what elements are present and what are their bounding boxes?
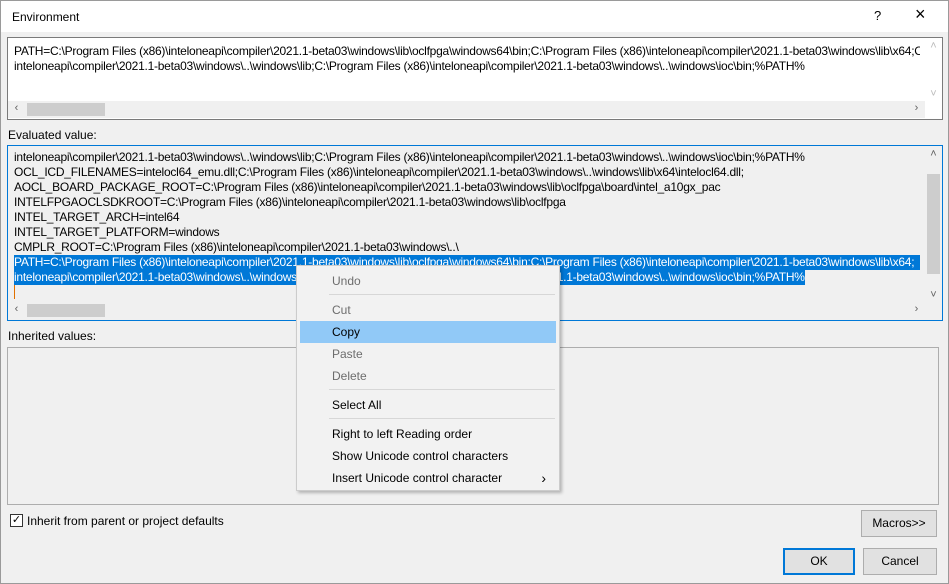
vertical-scrollbar[interactable]: ˄ ˅: [925, 146, 942, 303]
inherit-checkbox-label[interactable]: Inherit from parent or project defaults: [27, 514, 224, 528]
cancel-button[interactable]: Cancel: [863, 548, 937, 575]
value-edit-box[interactable]: PATH=C:\Program Files (x86)\inteloneapi\…: [7, 37, 943, 120]
menu-separator: [329, 389, 555, 390]
evaluated-line: INTEL_TARGET_ARCH=intel64: [14, 210, 180, 224]
menu-item-label: Insert Unicode control character: [332, 471, 503, 485]
scroll-up-icon[interactable]: ˄: [925, 148, 942, 160]
edit-line: PATH=C:\Program Files (x86)\inteloneapi\…: [14, 44, 920, 58]
scroll-thumb[interactable]: [27, 304, 105, 317]
menu-item-cut[interactable]: Cut: [300, 299, 556, 321]
scroll-thumb[interactable]: [27, 103, 105, 116]
scroll-down-icon[interactable]: ˅: [925, 88, 942, 100]
menu-item-undo[interactable]: Undo: [300, 270, 556, 292]
inherited-values-label: Inherited values:: [8, 329, 97, 343]
evaluated-line: OCL_ICD_FILENAMES=intelocl64_emu.dll;C:\…: [14, 165, 744, 179]
ok-button[interactable]: OK: [783, 548, 855, 575]
edit-line: inteloneapi\compiler\2021.1-beta03\windo…: [14, 59, 805, 73]
menu-item-select-all[interactable]: Select All: [300, 394, 556, 416]
menu-item-insert-unicode[interactable]: Insert Unicode control character ›: [300, 467, 556, 489]
scroll-left-icon[interactable]: ‹: [8, 303, 25, 315]
inherit-checkbox[interactable]: ✓: [10, 514, 23, 527]
text-cursor: [14, 285, 15, 299]
context-menu: Undo Cut Copy Paste Delete Select All Ri…: [296, 265, 560, 491]
scroll-up-icon[interactable]: ˄: [925, 40, 942, 52]
scroll-down-icon[interactable]: ˅: [925, 289, 942, 301]
scroll-right-icon[interactable]: ›: [908, 102, 925, 114]
title-bar: Environment ? ×: [1, 1, 948, 32]
evaluated-line: inteloneapi\compiler\2021.1-beta03\windo…: [14, 150, 805, 164]
evaluated-line: CMPLR_ROOT=C:\Program Files (x86)\intelo…: [14, 240, 459, 254]
scroll-left-icon[interactable]: ‹: [8, 102, 25, 114]
menu-item-paste[interactable]: Paste: [300, 343, 556, 365]
vertical-scrollbar[interactable]: ˄ ˅: [925, 38, 942, 102]
menu-item-delete[interactable]: Delete: [300, 365, 556, 387]
menu-item-copy[interactable]: Copy: [300, 321, 556, 343]
horizontal-scrollbar[interactable]: ‹ ›: [8, 101, 925, 118]
evaluated-line: INTEL_TARGET_PLATFORM=windows: [14, 225, 220, 239]
scroll-right-icon[interactable]: ›: [908, 303, 925, 315]
evaluated-line: AOCL_BOARD_PACKAGE_ROOT=C:\Program Files…: [14, 180, 721, 194]
scroll-thumb[interactable]: [927, 174, 940, 274]
dialog-title: Environment: [12, 10, 80, 24]
submenu-arrow-icon: ›: [541, 470, 546, 486]
macros-button[interactable]: Macros>>: [861, 510, 937, 537]
menu-separator: [329, 294, 555, 295]
menu-item-show-unicode[interactable]: Show Unicode control characters: [300, 445, 556, 467]
help-button[interactable]: ?: [874, 8, 881, 23]
evaluated-value-label: Evaluated value:: [8, 128, 97, 142]
close-button[interactable]: ×: [915, 4, 926, 25]
menu-item-rtl-reading-order[interactable]: Right to left Reading order: [300, 423, 556, 445]
menu-separator: [329, 418, 555, 419]
evaluated-line: INTELFPGAOCLSDKROOT=C:\Program Files (x8…: [14, 195, 566, 209]
